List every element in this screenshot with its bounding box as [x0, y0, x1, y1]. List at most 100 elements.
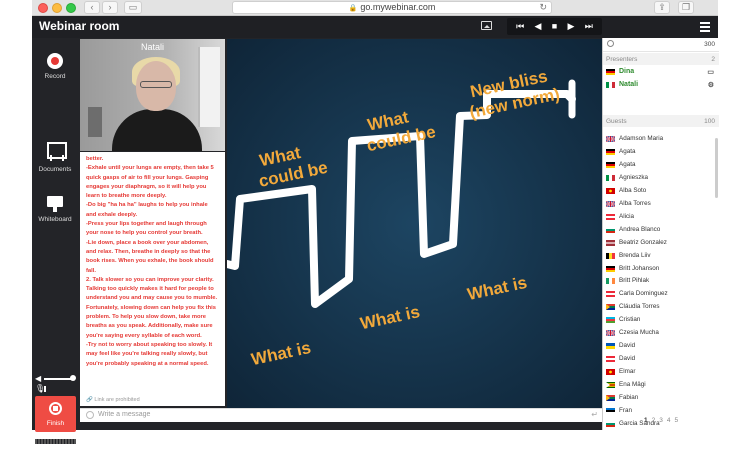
participants-pager: 12345	[603, 417, 719, 424]
guest-name: Ena Mägi	[619, 381, 646, 389]
guest-item[interactable]: Ena Mägi	[606, 379, 716, 392]
guest-item[interactable]: Fran	[606, 405, 716, 418]
guest-name: Czesia Mucha	[619, 329, 659, 337]
presenter-video[interactable]: Natali	[80, 39, 225, 151]
guest-name: Cláudia Torres	[619, 303, 660, 311]
page-4-link[interactable]: 4	[667, 417, 671, 424]
stop-icon[interactable]: ■	[552, 18, 557, 35]
guest-item[interactable]: Agnieszka	[606, 172, 716, 185]
page-5-link[interactable]: 5	[674, 417, 678, 424]
documents-label: Documents	[38, 166, 72, 173]
participants-search[interactable]: 300	[603, 38, 719, 52]
next-slide-icon[interactable]: ▶	[568, 18, 575, 35]
video-person-glasses	[140, 81, 172, 88]
app-title: Webinar room	[39, 19, 120, 33]
guest-item[interactable]: Fabian	[606, 392, 716, 405]
page-1-link[interactable]: 1	[644, 417, 648, 424]
message-input[interactable]: Write a message	[98, 411, 150, 418]
monitor-icon[interactable]: ▭	[707, 68, 714, 76]
participants-scrollbar[interactable]	[715, 138, 718, 198]
presentation-icon	[47, 142, 67, 162]
guest-item[interactable]: Cristian	[606, 314, 716, 327]
prev-slide-icon[interactable]: ◀	[535, 18, 542, 35]
guest-name: Brenda Liiv	[619, 251, 651, 259]
guest-item[interactable]: Agata	[606, 146, 716, 159]
message-bar[interactable]: Write a message ↵	[80, 408, 602, 422]
guest-item[interactable]: Britt Johanson	[606, 263, 716, 276]
guest-item[interactable]: Czesia Mucha	[606, 327, 716, 340]
guest-item[interactable]: Elmar	[606, 366, 716, 379]
finish-button[interactable]: Finish	[35, 396, 76, 432]
url-text: go.mywebinar.com	[360, 2, 436, 12]
gear-icon[interactable]: ⚙	[708, 81, 714, 89]
guest-name: David	[619, 355, 636, 363]
flag-de-icon	[606, 265, 615, 272]
minimize-window-button[interactable]	[52, 3, 62, 13]
guest-item[interactable]: Agata	[606, 159, 716, 172]
page-3-link[interactable]: 3	[659, 417, 663, 424]
presenter-item[interactable]: Natali ⚙	[606, 80, 716, 92]
guest-item[interactable]: Adamson Maria	[606, 133, 716, 146]
image-icon[interactable]	[481, 21, 492, 30]
guest-name: Alba Torres	[619, 199, 651, 207]
guest-name: Alicia	[619, 212, 635, 220]
tool-column: Record Documents Whiteboard ◀ 🎙 Finish	[32, 38, 78, 444]
webinar-app: Webinar room ⏮ ◀ ■ ▶ ⏭ Record Documents …	[32, 16, 719, 444]
close-window-button[interactable]	[38, 3, 48, 13]
guest-item[interactable]: Alba Torres	[606, 198, 716, 211]
flag-de-icon	[606, 161, 615, 168]
flag-ee-icon	[606, 407, 615, 414]
emoji-icon[interactable]	[86, 411, 94, 419]
volume-knob[interactable]	[70, 375, 76, 381]
guest-item[interactable]: Cláudia Torres	[606, 301, 716, 314]
flag-za-icon	[606, 304, 615, 311]
record-label: Record	[44, 73, 66, 80]
flag-it-icon	[606, 82, 615, 88]
presentation-slide[interactable]: Whatcould be Whatcould be New bliss(new …	[227, 39, 602, 408]
guest-name: Beatriz Gonzalez	[619, 238, 667, 246]
reload-icon[interactable]: ↻	[539, 2, 547, 13]
whiteboard-button[interactable]: Whiteboard	[32, 196, 78, 223]
guest-item[interactable]: Beatriz Gonzalez	[606, 237, 716, 250]
guests-label: Guests	[606, 118, 627, 125]
flag-mk-icon	[606, 369, 615, 376]
flag-at-icon	[606, 213, 615, 220]
menu-icon[interactable]	[700, 22, 710, 34]
flag-at-icon	[606, 356, 615, 363]
presenter-name: Dina	[619, 68, 635, 75]
sidebar-toggle-icon[interactable]: ▭	[124, 1, 142, 14]
guest-item[interactable]: Andrea Blanco	[606, 224, 716, 237]
documents-button[interactable]: Documents	[32, 142, 78, 173]
finish-label: Finish	[46, 420, 65, 427]
back-icon[interactable]: ‹	[84, 1, 100, 14]
slide-controls: ⏮ ◀ ■ ▶ ⏭	[507, 18, 602, 35]
first-slide-icon[interactable]: ⏮	[516, 18, 524, 35]
link-note-text: Link are prohibited	[94, 397, 140, 403]
page-2-link[interactable]: 2	[652, 417, 656, 424]
guest-item[interactable]: Carla Dominguez	[606, 288, 716, 301]
last-slide-icon[interactable]: ⏭	[585, 18, 593, 35]
link-icon: 🔗	[86, 397, 93, 403]
volume-slider[interactable]: ◀	[35, 374, 77, 384]
video-object	[88, 107, 102, 137]
flag-de-icon	[606, 69, 615, 75]
zoom-window-button[interactable]	[66, 3, 76, 13]
guest-item[interactable]: Alba Soto	[606, 185, 716, 198]
guest-item[interactable]: Brenda Liiv	[606, 250, 716, 263]
video-presenter-name: Natali	[140, 42, 164, 52]
guest-item[interactable]: Alicia	[606, 211, 716, 224]
presenter-item[interactable]: Dina ▭	[606, 67, 716, 79]
guest-item[interactable]: Britt Pihlak	[606, 275, 716, 288]
address-bar[interactable]: 🔒 go.mywebinar.com ↻	[232, 1, 552, 14]
flag-bg-icon	[606, 226, 615, 233]
share-icon[interactable]: ⇪	[654, 1, 670, 14]
guest-item[interactable]: David	[606, 340, 716, 353]
participants-total: 300	[704, 41, 715, 48]
whiteboard-label: Whiteboard	[38, 216, 72, 223]
record-button[interactable]: Record	[32, 53, 78, 80]
tabs-icon[interactable]: ❐	[678, 1, 694, 14]
guest-item[interactable]: David	[606, 353, 716, 366]
send-icon[interactable]: ↵	[591, 410, 598, 419]
forward-icon[interactable]: ›	[102, 1, 118, 14]
guest-name: Alba Soto	[619, 186, 647, 194]
